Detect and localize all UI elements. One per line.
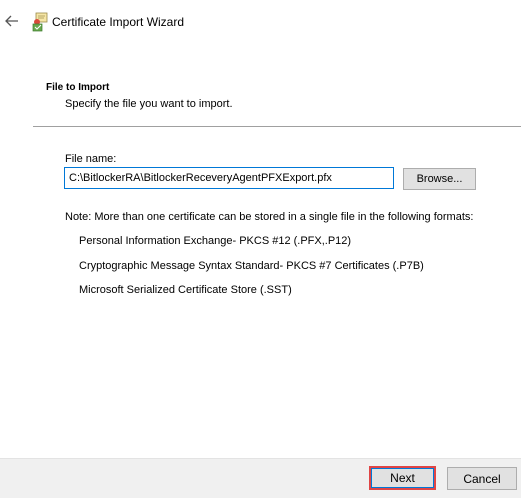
browse-button[interactable]: Browse...	[403, 168, 476, 190]
section-title: File to Import	[46, 82, 110, 93]
file-name-input[interactable]	[64, 167, 394, 189]
button-bar	[0, 458, 521, 498]
title-bar: Certificate Import Wizard	[0, 0, 521, 44]
file-name-label: File name:	[65, 153, 117, 165]
window-title: Certificate Import Wizard	[52, 15, 185, 29]
arrow-left-icon[interactable]	[4, 13, 20, 29]
format-item-pfx: Personal Information Exchange- PKCS #12 …	[79, 235, 352, 247]
next-button[interactable]: Next	[369, 466, 436, 490]
format-item-p7b: Cryptographic Message Syntax Standard- P…	[79, 260, 424, 272]
certificate-wizard-icon	[31, 12, 49, 32]
formats-note: Note: More than one certificate can be s…	[65, 211, 474, 223]
cancel-button[interactable]: Cancel	[447, 467, 517, 490]
format-item-sst: Microsoft Serialized Certificate Store (…	[79, 284, 292, 296]
header-divider	[33, 126, 521, 127]
section-subtitle: Specify the file you want to import.	[65, 98, 233, 110]
